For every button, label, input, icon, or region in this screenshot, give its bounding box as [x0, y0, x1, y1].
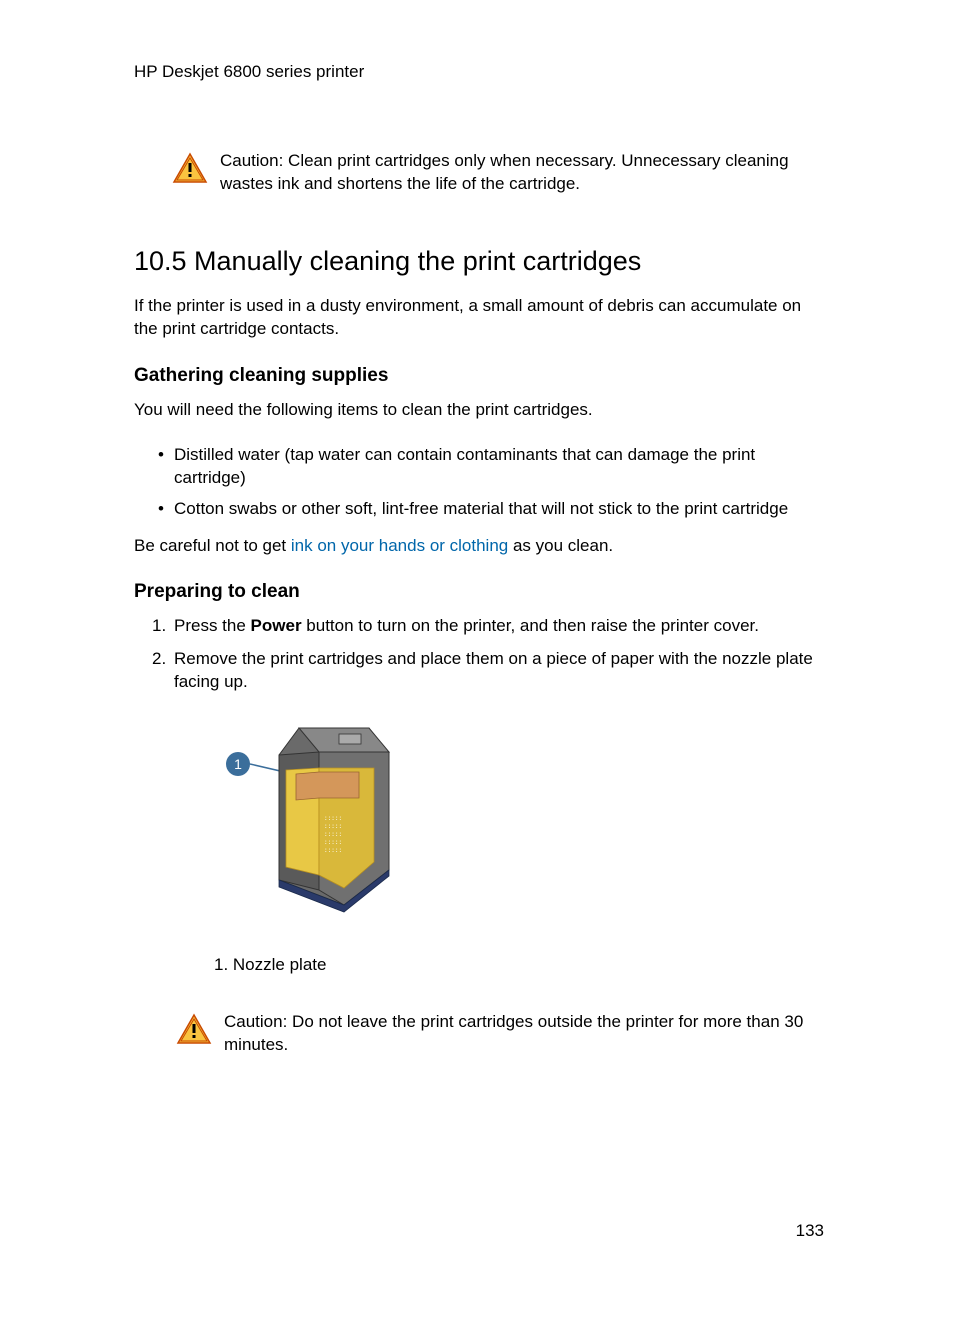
section-intro: If the printer is used in a dusty enviro…	[134, 295, 824, 341]
list-item: Distilled water (tap water can contain c…	[174, 444, 824, 490]
supplies-list: Distilled water (tap water can contain c…	[134, 444, 824, 521]
caution-text-2: Caution: Do not leave the print cartridg…	[224, 1011, 824, 1057]
caution-box-1: Caution: Clean print cartridges only whe…	[134, 150, 824, 196]
svg-text::::::: :::::	[324, 831, 342, 838]
svg-text::::::: :::::	[324, 815, 342, 822]
list-item: Remove the print cartridges and place th…	[174, 648, 824, 694]
svg-text:1: 1	[234, 756, 242, 772]
subsection1-heading: Gathering cleaning supplies	[134, 365, 824, 387]
svg-text::::::: :::::	[324, 839, 342, 846]
caution-body-2: Do not leave the print cartridges outsid…	[224, 1012, 803, 1054]
figure-caption: 1. Nozzle plate	[134, 955, 824, 975]
preparing-steps: Press the Power button to turn on the pr…	[134, 615, 824, 694]
cartridge-figure: 1 ::::: ::::: ::::: :::::	[134, 720, 824, 925]
cartridge-image: 1 ::::: ::::: ::::: :::::	[224, 720, 414, 920]
ink-warning-link[interactable]: ink on your hands or clothing	[291, 536, 508, 555]
step1-prefix: Press the	[174, 616, 251, 635]
subsection1-intro: You will need the following items to cle…	[134, 399, 824, 422]
footer-suffix: as you clean.	[508, 536, 613, 555]
caution-body-1: Clean print cartridges only when necessa…	[220, 151, 789, 193]
list-item: Press the Power button to turn on the pr…	[174, 615, 824, 638]
caution-box-2: Caution: Do not leave the print cartridg…	[134, 1011, 824, 1057]
warning-icon	[172, 152, 208, 184]
step1-bold: Power	[251, 616, 302, 635]
caution-label-2: Caution:	[224, 1012, 292, 1031]
section-heading: 10.5 Manually cleaning the print cartrid…	[134, 246, 824, 277]
warning-icon	[176, 1013, 212, 1045]
caution-text-1: Caution: Clean print cartridges only whe…	[220, 150, 824, 196]
document-header: HP Deskjet 6800 series printer	[134, 62, 824, 82]
svg-text::::::: :::::	[324, 847, 342, 854]
list-item: Cotton swabs or other soft, lint-free ma…	[174, 498, 824, 521]
subsection2-heading: Preparing to clean	[134, 581, 824, 603]
step1-suffix: button to turn on the printer, and then …	[302, 616, 759, 635]
subsection1-footer: Be careful not to get ink on your hands …	[134, 535, 824, 558]
footer-prefix: Be careful not to get	[134, 536, 291, 555]
svg-text::::::: :::::	[324, 823, 342, 830]
caution-label-1: Caution:	[220, 151, 288, 170]
page-number: 133	[796, 1221, 824, 1241]
